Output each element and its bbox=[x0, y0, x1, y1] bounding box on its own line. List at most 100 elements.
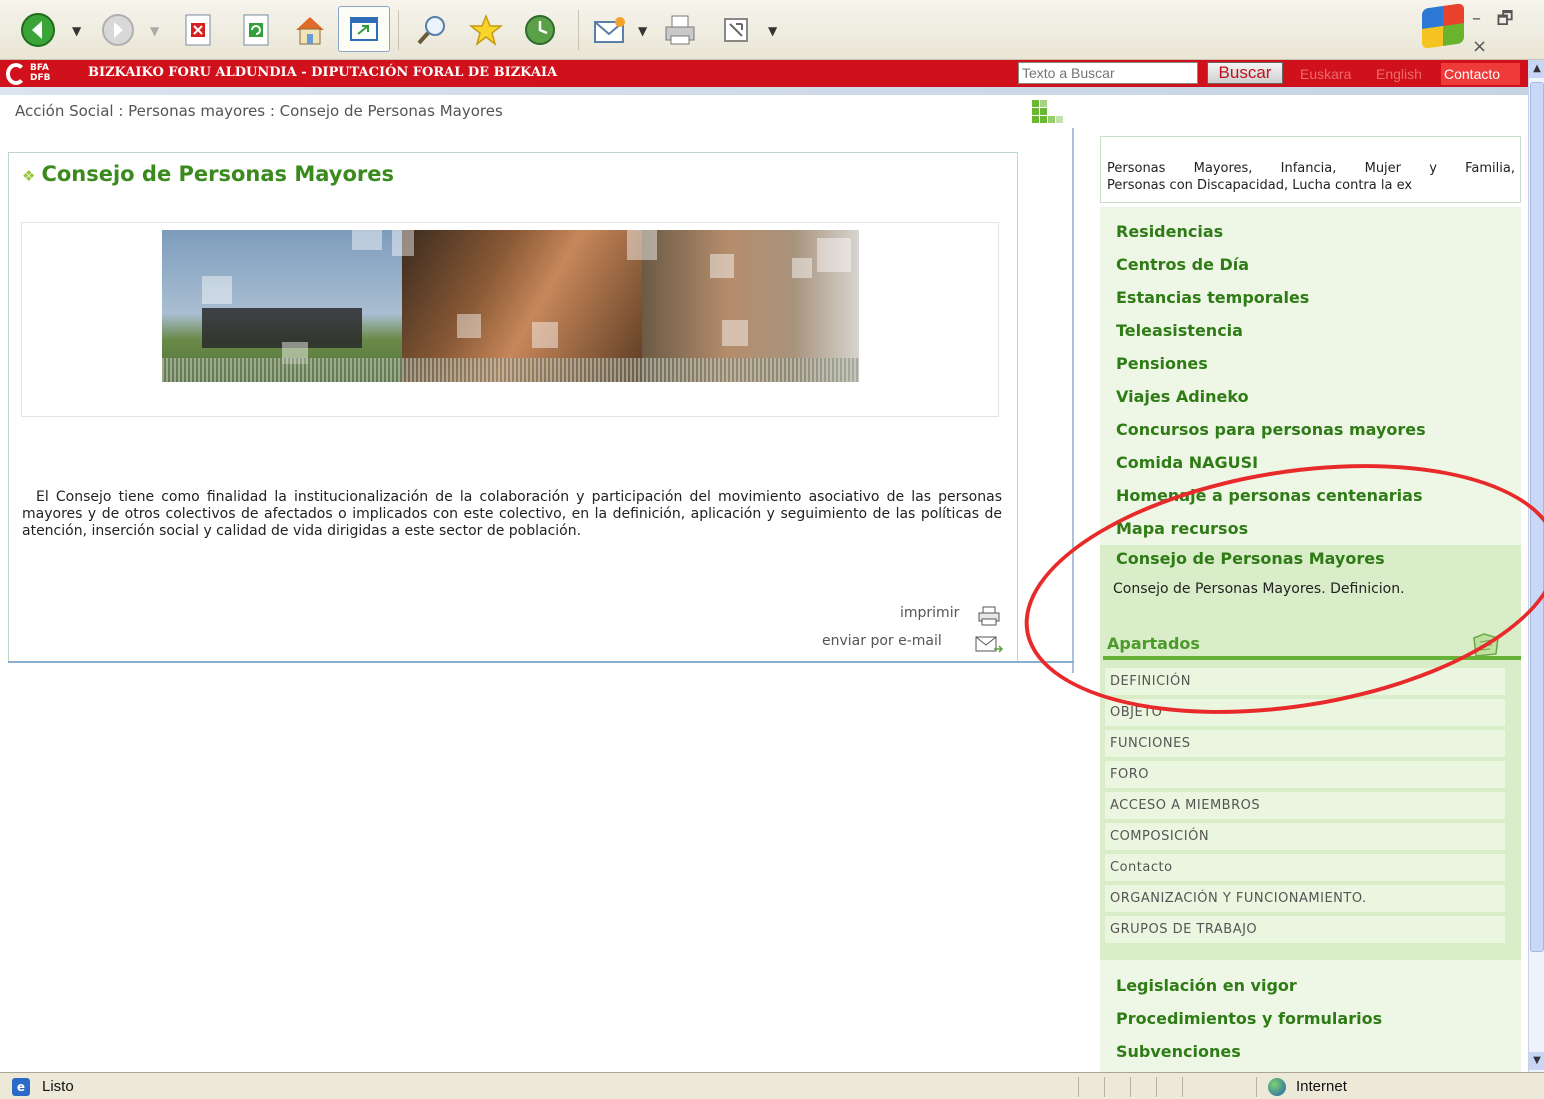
banner-square bbox=[710, 254, 734, 278]
page-status-icon: e bbox=[12, 1078, 30, 1096]
email-icon[interactable] bbox=[975, 634, 1005, 656]
search-button[interactable]: Buscar bbox=[1207, 62, 1283, 84]
page-scrollbar[interactable]: ▲ ▼ bbox=[1528, 60, 1544, 1072]
page-title-text: Consejo de Personas Mayores bbox=[41, 162, 394, 186]
scroll-down-icon[interactable]: ▼ bbox=[1529, 1052, 1544, 1070]
grid-dots-icon bbox=[1032, 100, 1064, 130]
sidebar-item-teleasistencia[interactable]: Teleasistencia bbox=[1116, 321, 1243, 340]
banner-square bbox=[392, 230, 414, 256]
banner-square bbox=[532, 322, 558, 348]
main-description: El Consejo tiene como finalidad la insti… bbox=[22, 489, 1002, 539]
toolbar-separator bbox=[398, 10, 399, 50]
sidebar-item-concursos[interactable]: Concursos para personas mayores bbox=[1116, 420, 1426, 439]
banner-square bbox=[627, 230, 657, 260]
print-icon[interactable] bbox=[660, 10, 700, 50]
sidebar-item-procedimientos[interactable]: Procedimientos y formularios bbox=[1116, 1009, 1382, 1028]
sidebar-item-pensiones[interactable]: Pensiones bbox=[1116, 354, 1208, 373]
sidebar-item-subvenciones[interactable]: Subvenciones bbox=[1116, 1042, 1241, 1061]
apartado-organizacion[interactable]: ORGANIZACIÓN Y FUNCIONAMIENTO. bbox=[1105, 885, 1505, 914]
search-input[interactable] bbox=[1018, 62, 1198, 84]
banner-square bbox=[352, 230, 382, 250]
email-link[interactable]: enviar por e-mail bbox=[822, 633, 942, 649]
print-link[interactable]: imprimir bbox=[900, 605, 959, 621]
status-separator bbox=[1078, 1077, 1079, 1097]
breadcrumb[interactable]: Acción Social : Personas mayores : Conse… bbox=[15, 102, 503, 120]
status-text: Listo bbox=[42, 1078, 74, 1095]
banner-image bbox=[162, 230, 859, 382]
apartados-divider bbox=[1103, 656, 1521, 660]
media-icon[interactable] bbox=[338, 6, 390, 52]
sidebar-item-homenaje[interactable]: Homenaje a personas centenarias bbox=[1116, 486, 1422, 505]
banner-strip bbox=[162, 358, 859, 382]
site-title: BIZKAIKO FORU ALDUNDIA - DIPUTACIÓN FORA… bbox=[88, 65, 558, 80]
status-separator bbox=[1182, 1077, 1183, 1097]
bfa-logo-text: BFA DFB bbox=[30, 63, 51, 83]
banner-square bbox=[457, 314, 481, 338]
folder-leaf-icon bbox=[1470, 632, 1502, 658]
banner-square bbox=[722, 320, 748, 346]
sidebar-item-comida-nagusi[interactable]: Comida NAGUSI bbox=[1116, 453, 1258, 472]
apartado-foro[interactable]: FORO bbox=[1105, 761, 1505, 790]
sidebar-item-mapa-recursos[interactable]: Mapa recursos bbox=[1116, 519, 1248, 538]
site-header: BFA DFB BIZKAIKO FORU ALDUNDIA - DIPUTAC… bbox=[0, 60, 1528, 87]
scroll-thumb[interactable] bbox=[1530, 82, 1544, 952]
printer-icon[interactable] bbox=[978, 606, 1000, 626]
apartado-contacto[interactable]: Contacto bbox=[1105, 854, 1505, 883]
toolbar-separator bbox=[578, 10, 579, 50]
sidebar-item-viajes-adineko[interactable]: Viajes Adineko bbox=[1116, 387, 1249, 406]
status-separator bbox=[1130, 1077, 1131, 1097]
status-separator bbox=[1156, 1077, 1157, 1097]
back-icon[interactable] bbox=[18, 10, 58, 50]
sidebar-summary-line: Personas con Discapacidad, Lucha contra … bbox=[1107, 178, 1413, 193]
content-divider bbox=[1072, 128, 1074, 673]
sidebar-summary-line: Personas Mayores, Infancia, Mujer y Fami… bbox=[1107, 161, 1515, 176]
bfa-logo-icon bbox=[6, 63, 26, 85]
page-title: ❖ Consejo de Personas Mayores bbox=[22, 162, 394, 186]
home-icon[interactable] bbox=[290, 10, 330, 50]
mail-dropdown-icon[interactable]: ▼ bbox=[638, 24, 647, 38]
mail-icon[interactable] bbox=[590, 10, 630, 50]
apartados-heading: Apartados bbox=[1107, 634, 1200, 653]
sidebar-item-centros-de-dia[interactable]: Centros de Día bbox=[1116, 255, 1249, 274]
apartado-acceso-miembros[interactable]: ACCESO A MIEMBROS bbox=[1105, 792, 1505, 821]
history-icon[interactable] bbox=[520, 10, 560, 50]
sidebar-item-residencias[interactable]: Residencias bbox=[1116, 222, 1223, 241]
active-item-description: Consejo de Personas Mayores. Definicion. bbox=[1113, 581, 1405, 597]
scroll-up-icon[interactable]: ▲ bbox=[1529, 60, 1544, 78]
forward-dropdown-icon[interactable]: ▼ bbox=[150, 24, 159, 38]
stop-icon[interactable] bbox=[178, 10, 218, 50]
back-dropdown-icon[interactable]: ▼ bbox=[72, 24, 81, 38]
apartado-definicion[interactable]: DEFINICIÓN bbox=[1105, 668, 1505, 697]
banner-square bbox=[202, 276, 232, 304]
apartado-funciones[interactable]: FUNCIONES bbox=[1105, 730, 1505, 759]
title-bullet-icon: ❖ bbox=[22, 167, 36, 185]
window-controls[interactable]: – 🗗 × bbox=[1472, 6, 1544, 57]
apartado-grupos-trabajo[interactable]: GRUPOS DE TRABAJO bbox=[1105, 916, 1505, 945]
lang-english-link[interactable]: English bbox=[1376, 66, 1422, 82]
sidebar-item-estancias-temporales[interactable]: Estancias temporales bbox=[1116, 288, 1309, 307]
bfa-logo[interactable]: BFA DFB bbox=[6, 61, 70, 87]
status-separator bbox=[1256, 1077, 1257, 1097]
sidebar-summary: Personas Mayores, Infancia, Mujer y Fami… bbox=[1107, 160, 1515, 194]
main-panel-border bbox=[8, 661, 1074, 673]
header-band bbox=[0, 87, 1528, 95]
forward-icon[interactable] bbox=[98, 10, 138, 50]
status-bar: e Listo Internet bbox=[0, 1072, 1544, 1099]
apartado-composicion[interactable]: COMPOSICIÓN bbox=[1105, 823, 1505, 852]
banner-square bbox=[817, 238, 851, 272]
browser-toolbar: ▼ ▼ ▼ ▼ – 🗗 × bbox=[0, 0, 1544, 60]
edit-icon[interactable] bbox=[716, 10, 756, 50]
search-icon[interactable] bbox=[412, 10, 452, 50]
sidebar-item-legislacion[interactable]: Legislación en vigor bbox=[1116, 976, 1297, 995]
apartado-objeto[interactable]: OBJETO bbox=[1105, 699, 1505, 728]
refresh-icon[interactable] bbox=[236, 10, 276, 50]
edit-dropdown-icon[interactable]: ▼ bbox=[768, 24, 777, 38]
sidebar-item-consejo-active[interactable]: Consejo de Personas Mayores bbox=[1116, 549, 1385, 568]
zone-text: Internet bbox=[1296, 1078, 1347, 1095]
internet-zone-icon bbox=[1268, 1078, 1286, 1096]
contact-link[interactable]: Contacto bbox=[1441, 63, 1520, 85]
banner-square bbox=[792, 258, 812, 278]
windows-logo-icon bbox=[1422, 3, 1464, 49]
lang-euskara-link[interactable]: Euskara bbox=[1300, 66, 1351, 82]
favorites-icon[interactable] bbox=[466, 10, 506, 50]
